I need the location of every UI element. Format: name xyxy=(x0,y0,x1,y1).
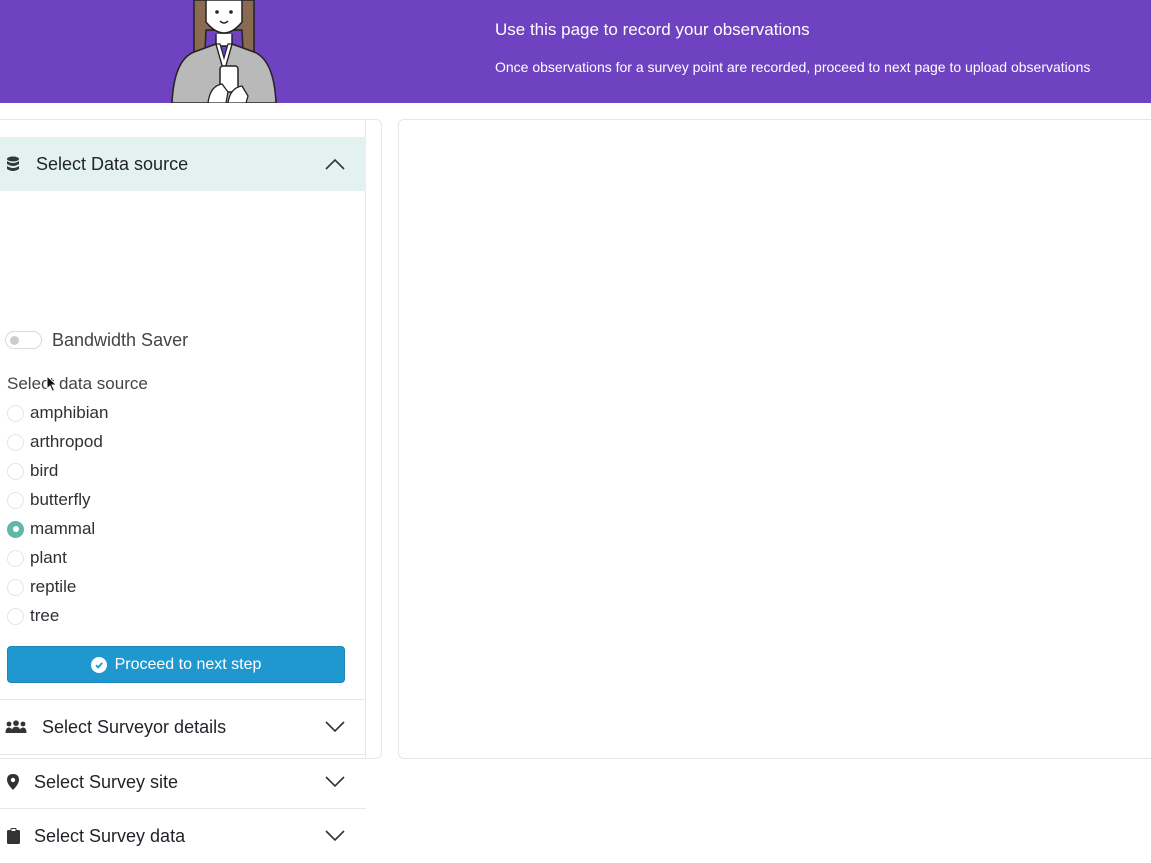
bandwidth-saver-toggle[interactable] xyxy=(5,331,42,349)
radio-label: amphibian xyxy=(30,403,109,422)
radio-button[interactable] xyxy=(7,578,24,596)
check-circle-icon xyxy=(90,656,107,673)
data-source-group-label: Select data source xyxy=(7,374,148,393)
radio-button[interactable] xyxy=(7,462,24,480)
page-title: Use this page to record your observation… xyxy=(495,20,810,39)
accordion-surveyor-label: Select Surveyor details xyxy=(42,716,227,737)
database-icon xyxy=(5,156,21,172)
toggle-knob xyxy=(10,336,19,345)
accordion-survey-data-header[interactable]: Select Survey data xyxy=(0,809,366,863)
accordion-surveyor-header[interactable]: Select Surveyor details xyxy=(0,700,366,754)
proceed-button-label: Proceed to next step xyxy=(114,655,262,673)
mouse-cursor-icon xyxy=(46,375,58,393)
bandwidth-saver-label: Bandwidth Saver xyxy=(52,330,189,350)
accordion-data-source-header[interactable]: Select Data source xyxy=(0,137,366,191)
radio-option-arthropod[interactable]: arthropod xyxy=(7,431,103,453)
radio-button[interactable] xyxy=(7,491,24,509)
radio-option-plant[interactable]: plant xyxy=(7,547,67,569)
radio-button[interactable] xyxy=(7,404,24,422)
accordion-survey-data-label: Select Survey data xyxy=(34,825,186,846)
chevron-down-icon[interactable] xyxy=(324,720,346,734)
avatar-illustration xyxy=(171,0,277,103)
radio-option-mammal[interactable]: mammal xyxy=(7,518,95,540)
radio-option-butterfly[interactable]: butterfly xyxy=(7,489,90,511)
accordion-survey-site-label: Select Survey site xyxy=(34,771,179,792)
radio-option-tree[interactable]: tree xyxy=(7,605,59,627)
radio-label: mammal xyxy=(30,519,96,538)
chevron-down-icon[interactable] xyxy=(324,775,346,789)
radio-button[interactable] xyxy=(7,433,24,451)
radio-option-reptile[interactable]: reptile xyxy=(7,576,76,598)
page-header: Use this page to record your observation… xyxy=(0,0,1151,103)
radio-option-amphibian[interactable]: amphibian xyxy=(7,402,108,424)
main-content-panel xyxy=(398,119,1151,759)
accordion-survey-site-header[interactable]: Select Survey site xyxy=(0,755,366,809)
radio-label: plant xyxy=(30,548,67,567)
clipboard-icon xyxy=(5,828,21,844)
radio-button-selected[interactable] xyxy=(7,520,24,538)
radio-option-bird[interactable]: bird xyxy=(7,460,58,482)
radio-label: bird xyxy=(30,461,59,480)
radio-label: reptile xyxy=(30,577,77,596)
sidebar-panel: Select Data source Bandwidth Saver Selec… xyxy=(0,119,382,846)
page-subtitle: Once observations for a survey point are… xyxy=(495,59,1091,75)
radio-label: tree xyxy=(30,606,60,625)
proceed-next-step-button[interactable]: Proceed to next step xyxy=(7,646,345,683)
radio-label: butterfly xyxy=(30,490,91,509)
chevron-up-icon[interactable] xyxy=(324,157,346,171)
chevron-down-icon[interactable] xyxy=(324,829,346,843)
radio-button[interactable] xyxy=(7,549,24,567)
radio-label: arthropod xyxy=(30,432,103,451)
radio-button[interactable] xyxy=(7,607,24,625)
people-icon xyxy=(5,719,27,735)
map-pin-icon xyxy=(5,774,21,790)
sidebar-accordion: Select Data source Bandwidth Saver Selec… xyxy=(0,120,366,846)
accordion-data-source-label: Select Data source xyxy=(36,153,189,174)
